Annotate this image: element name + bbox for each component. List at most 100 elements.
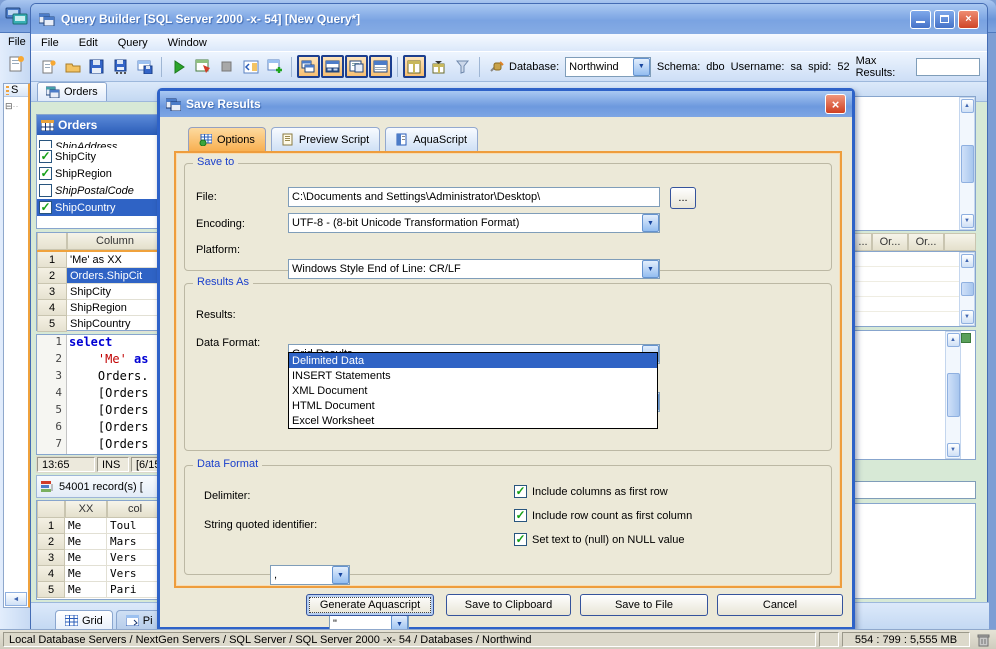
- tab-grid[interactable]: Grid: [55, 610, 113, 630]
- column-row-shippostalcode[interactable]: ShipPostalCode: [37, 182, 163, 199]
- browse-button[interactable]: ...: [670, 187, 696, 209]
- layout-grid-toggle[interactable]: [369, 55, 392, 78]
- results-row[interactable]: 1 Me Toul: [37, 518, 163, 534]
- right-detail-scrollbar[interactable]: ▲ ▼: [959, 97, 975, 230]
- execute-edit-icon[interactable]: [191, 55, 214, 78]
- results-col-xx[interactable]: XX: [65, 501, 107, 518]
- sql-editor[interactable]: 1234567 select 'Me' as Orders. [Orders […: [36, 334, 164, 455]
- execute-icon[interactable]: [167, 55, 190, 78]
- right-lower-scrollbar[interactable]: ▲ ▼: [945, 331, 961, 459]
- doc-tab-orders[interactable]: Orders: [37, 82, 107, 101]
- servers-panel-header[interactable]: S: [4, 84, 28, 97]
- column-row-shipaddress[interactable]: ShipAddress: [37, 135, 163, 148]
- shipregion-checkbox[interactable]: ✓: [39, 167, 52, 180]
- include-row-count-checkbox[interactable]: ✓: [514, 509, 527, 522]
- results-row[interactable]: 5 Me Pari: [37, 582, 163, 598]
- shipcity-checkbox[interactable]: ✓: [39, 150, 52, 163]
- layout-cascade-toggle[interactable]: [297, 55, 320, 78]
- right-col-or2[interactable]: Or...: [908, 233, 944, 251]
- table-down-icon[interactable]: [427, 55, 450, 78]
- qb-titlebar[interactable]: Query Builder [SQL Server 2000 -x- 54] […: [31, 4, 987, 34]
- close-button[interactable]: ×: [958, 9, 979, 29]
- column-row-shipcity[interactable]: ✓ ShipCity: [37, 148, 163, 165]
- menu-query[interactable]: Query: [108, 34, 158, 51]
- tab-aquascript[interactable]: AquaScript: [385, 127, 479, 151]
- colgrid-row[interactable]: 3 ShipCity: [37, 284, 163, 300]
- max-results-label: Max Results:: [855, 54, 896, 79]
- dialog-titlebar[interactable]: Save Results ×: [160, 91, 852, 117]
- results-col-2[interactable]: col: [107, 501, 163, 518]
- colgrid-header[interactable]: Column: [67, 233, 163, 250]
- open-icon[interactable]: [61, 55, 84, 78]
- file-path-input[interactable]: C:\Documents and Settings\Administrator\…: [288, 187, 660, 207]
- column-row-shipcountry[interactable]: ✓ ShipCountry: [37, 199, 163, 216]
- layout-script-toggle[interactable]: [345, 55, 368, 78]
- menu-edit[interactable]: Edit: [69, 34, 108, 51]
- dropdown-option-delimited-data[interactable]: Delimited Data: [289, 353, 657, 368]
- delimiter-combo[interactable]: , ▼: [270, 565, 350, 585]
- save-results-icon[interactable]: [133, 55, 156, 78]
- right-grid-scrollbar[interactable]: ▲ ▼: [959, 252, 975, 326]
- new-query-icon[interactable]: [37, 55, 60, 78]
- save-to-file-button[interactable]: Save to File: [580, 594, 708, 616]
- null-text-checkbox[interactable]: ✓: [514, 533, 527, 546]
- include-row-count-option[interactable]: ✓ Include row count as first column: [514, 509, 692, 522]
- include-columns-option[interactable]: ✓ Include columns as first row: [514, 485, 668, 498]
- database-combo-arrow-icon[interactable]: ▼: [632, 57, 650, 76]
- tab-options[interactable]: Options: [188, 127, 266, 151]
- encoding-combo-arrow-icon[interactable]: ▼: [642, 214, 659, 232]
- cancel-button[interactable]: Cancel: [717, 594, 843, 616]
- table-data-toggle[interactable]: [403, 55, 426, 78]
- results-export-icon[interactable]: [40, 480, 55, 494]
- orders-table-titlebar[interactable]: Orders: [37, 115, 163, 135]
- database-combo[interactable]: Northwind ▼: [565, 56, 651, 77]
- results-row[interactable]: 3 Me Vers: [37, 550, 163, 566]
- splitter-green-dot[interactable]: [961, 333, 971, 343]
- save-to-clipboard-button[interactable]: Save to Clipboard: [446, 594, 571, 616]
- outer-menu-file[interactable]: File: [8, 36, 26, 48]
- menu-window[interactable]: Window: [158, 34, 217, 51]
- platform-combo[interactable]: Windows Style End of Line: CR/LF ▼: [288, 259, 660, 279]
- filter-icon[interactable]: [451, 55, 474, 78]
- maximize-button[interactable]: [934, 9, 955, 29]
- outer-new-icon[interactable]: [7, 55, 25, 73]
- menu-file[interactable]: File: [31, 34, 69, 51]
- servers-scroll-left-button[interactable]: ◄: [5, 592, 27, 606]
- shipaddress-checkbox[interactable]: [39, 140, 52, 148]
- script-window-icon[interactable]: [239, 55, 262, 78]
- delimiter-combo-arrow-icon[interactable]: ▼: [332, 566, 349, 584]
- shippostalcode-checkbox[interactable]: [39, 184, 52, 197]
- garbage-collect-icon[interactable]: [973, 633, 993, 647]
- dialog-close-button[interactable]: ×: [825, 94, 846, 114]
- connection-icon[interactable]: [485, 55, 508, 78]
- layout-split-toggle[interactable]: [321, 55, 344, 78]
- column-row-shipregion[interactable]: ✓ ShipRegion: [37, 165, 163, 182]
- results-row[interactable]: 4 Me Vers: [37, 566, 163, 582]
- null-text-option[interactable]: ✓ Set text to (null) on NULL value: [514, 533, 684, 546]
- stop-icon[interactable]: [215, 55, 238, 78]
- add-table-icon[interactable]: [263, 55, 286, 78]
- results-row[interactable]: 2 Me Mars: [37, 534, 163, 550]
- tab-pivot[interactable]: Pi: [115, 610, 163, 630]
- right-col-or1[interactable]: Or...: [872, 233, 908, 251]
- colgrid-row[interactable]: 4 ShipRegion: [37, 300, 163, 316]
- dropdown-option-xml-document[interactable]: XML Document: [289, 383, 657, 398]
- tab-preview-script[interactable]: Preview Script: [270, 127, 381, 151]
- save-as-icon[interactable]: [109, 55, 132, 78]
- max-results-input[interactable]: [915, 57, 980, 76]
- shipcountry-checkbox[interactable]: ✓: [39, 201, 52, 214]
- dropdown-option-excel-worksheet[interactable]: Excel Worksheet: [289, 413, 657, 428]
- minimize-button[interactable]: [910, 9, 931, 29]
- colgrid-row[interactable]: 5 ShipCountry: [37, 316, 163, 332]
- colgrid-row[interactable]: 1 'Me' as XX: [37, 252, 163, 268]
- dropdown-option-insert-statements[interactable]: INSERT Statements: [289, 368, 657, 383]
- right-input-bar[interactable]: [854, 481, 976, 499]
- tree-collapse-icon[interactable]: ⊟: [5, 101, 13, 111]
- generate-aquascript-button[interactable]: Generate Aquascript: [306, 594, 434, 616]
- encoding-combo[interactable]: UTF-8 - (8-bit Unicode Transformation Fo…: [288, 213, 660, 233]
- include-columns-checkbox[interactable]: ✓: [514, 485, 527, 498]
- colgrid-row-selected[interactable]: 2 Orders.ShipCit: [37, 268, 163, 284]
- dropdown-option-html-document[interactable]: HTML Document: [289, 398, 657, 413]
- save-icon[interactable]: [85, 55, 108, 78]
- platform-combo-arrow-icon[interactable]: ▼: [642, 260, 659, 278]
